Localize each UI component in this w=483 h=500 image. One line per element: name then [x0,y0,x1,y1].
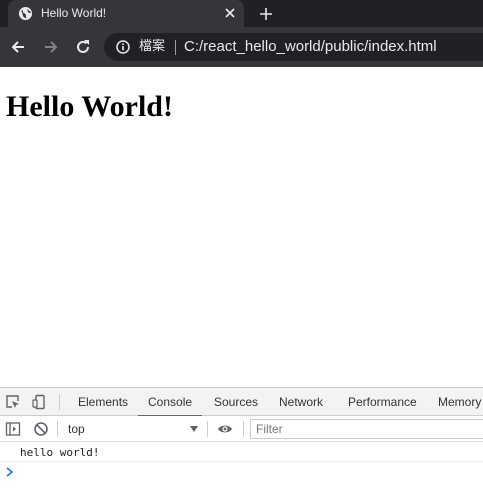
omnibox-divider [175,40,176,55]
page-heading: Hello World! [6,90,173,123]
tab-network[interactable]: Network [279,388,323,416]
tab-memory[interactable]: Memory [438,388,481,416]
inspect-element-icon[interactable] [5,394,21,410]
tab-performance[interactable]: Performance [348,388,417,416]
console-message: hello world! [0,443,483,462]
console-toolbar: top [0,416,483,442]
page-viewport: Hello World! [0,67,483,387]
context-value: top [68,422,85,436]
tab-sources[interactable]: Sources [214,388,258,416]
tab-console[interactable]: Console [137,388,203,417]
close-icon[interactable] [224,7,236,19]
arrow-right-icon[interactable] [43,39,59,55]
browser-tab[interactable]: Hello World! [8,0,244,27]
tab-strip: Hello World! [0,0,483,27]
eye-icon[interactable] [217,421,233,437]
toolbar-divider [207,421,208,437]
info-icon[interactable] [116,40,130,54]
toolbar-divider [57,421,58,437]
toolbar-divider [59,394,60,410]
browser-toolbar: 檔案 C:/react_hello_world/public/index.htm… [0,27,483,67]
globe-icon [18,6,33,21]
chevron-right-icon [6,467,14,477]
context-selector[interactable]: top [62,419,204,439]
plus-icon[interactable] [258,6,274,22]
file-scheme-label: 檔案 [139,39,166,54]
omnibox[interactable]: 檔案 C:/react_hello_world/public/index.htm… [104,33,483,61]
devtools-panel: Elements Console Sources Network Perform… [0,387,483,500]
sidebar-toggle-icon[interactable] [5,421,21,437]
devtools-tab-bar: Elements Console Sources Network Perform… [0,388,483,417]
filter-input[interactable] [250,419,483,439]
chevron-down-icon [190,426,198,432]
arrow-left-icon[interactable] [10,39,26,55]
device-toggle-icon[interactable] [31,394,47,410]
clear-console-icon[interactable] [33,421,49,437]
address-url[interactable]: C:/react_hello_world/public/index.html [184,39,437,55]
tab-elements[interactable]: Elements [78,388,128,416]
tab-title: Hello World! [41,6,107,20]
toolbar-divider [243,421,244,437]
reload-icon[interactable] [75,39,91,55]
console-message-text: hello world! [20,446,100,459]
console-prompt-input[interactable] [20,463,483,481]
